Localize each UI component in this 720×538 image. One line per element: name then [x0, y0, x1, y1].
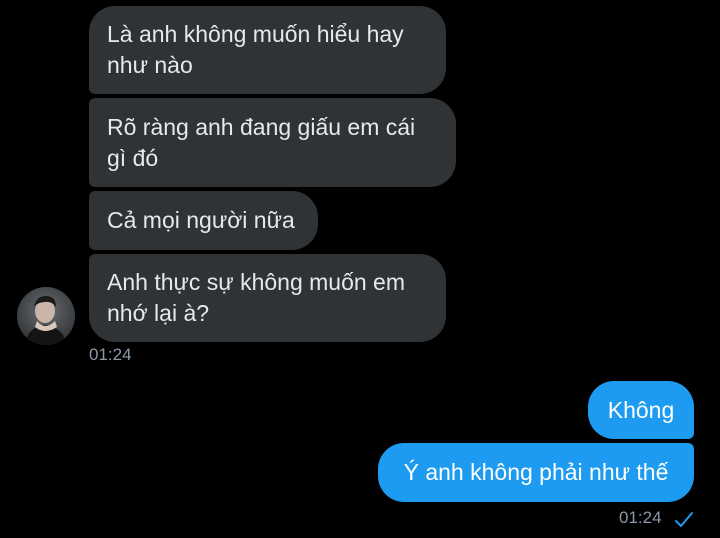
- message-text: Anh thực sự không muốn em nhớ lại à?: [107, 269, 406, 326]
- user-avatar[interactable]: [17, 287, 75, 345]
- message-text: Rõ ràng anh đang giấu em cái gì đó: [107, 113, 416, 171]
- incoming-message[interactable]: Là anh không muốn hiểu hay như nào: [89, 6, 446, 94]
- incoming-message[interactable]: Anh thực sự không muốn em nhớ lại à?: [89, 254, 446, 342]
- outgoing-timestamp: 01:24: [619, 508, 662, 527]
- checkmark-icon: [675, 512, 693, 527]
- user-avatar-photo: [17, 287, 75, 345]
- message-text: Ý anh không phải như thế: [403, 459, 669, 485]
- incoming-message[interactable]: Cả mọi người nữa: [89, 191, 318, 250]
- message-text: Không: [607, 396, 675, 423]
- outgoing-message[interactable]: Không: [588, 381, 694, 439]
- incoming-timestamp: 01:24: [89, 345, 132, 364]
- outgoing-message[interactable]: Ý anh không phải như thế: [378, 443, 694, 502]
- incoming-message[interactable]: Rõ ràng anh đang giấu em cái gì đó: [89, 98, 456, 187]
- message-text: Cả mọi người nữa: [107, 207, 295, 233]
- message-text: Là anh không muốn hiểu hay như nào: [107, 21, 404, 78]
